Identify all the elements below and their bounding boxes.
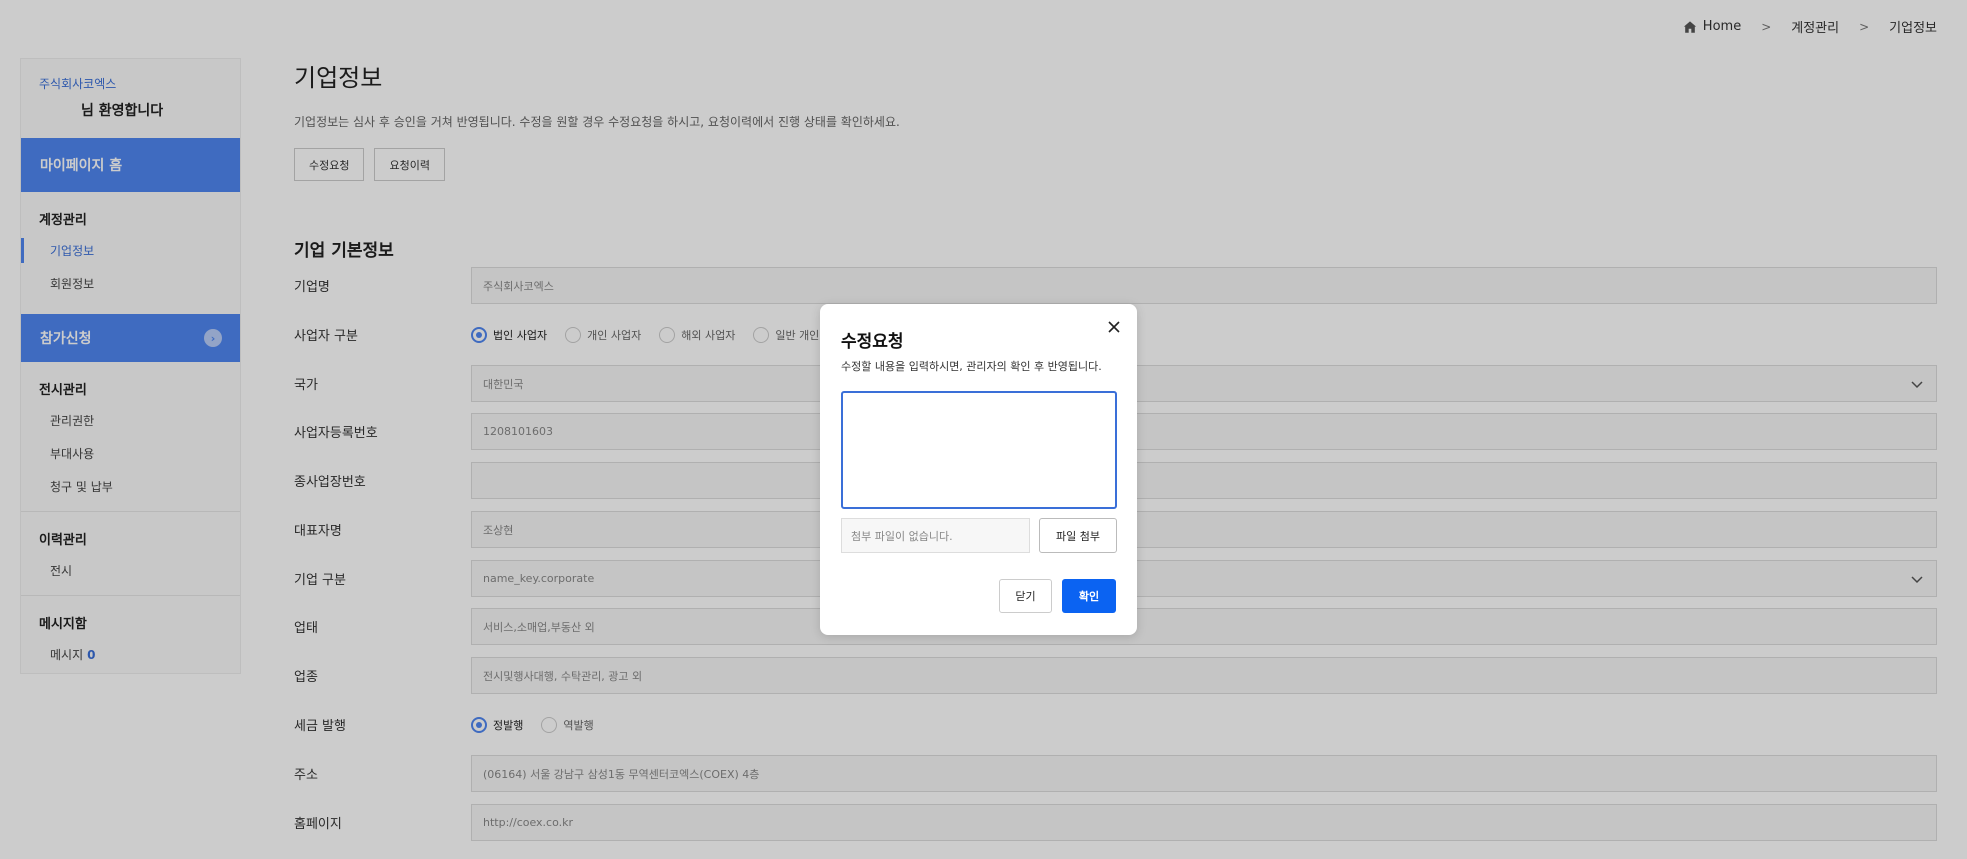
confirm-button[interactable]: 확인 bbox=[1062, 579, 1116, 613]
modal-title: 수정요청 bbox=[841, 332, 904, 352]
attached-file-name: 첨부 파일이 없습니다. bbox=[841, 518, 1030, 553]
close-icon[interactable] bbox=[1105, 318, 1123, 336]
modal-description: 수정할 내용을 입력하시면, 관리자의 확인 후 반영됩니다. bbox=[841, 360, 1102, 373]
close-button[interactable]: 닫기 bbox=[999, 579, 1052, 613]
request-content-textarea[interactable] bbox=[841, 391, 1117, 509]
edit-request-modal: 수정요청 수정할 내용을 입력하시면, 관리자의 확인 후 반영됩니다. 첨부 … bbox=[820, 304, 1137, 635]
attach-file-button[interactable]: 파일 첨부 bbox=[1039, 518, 1117, 553]
